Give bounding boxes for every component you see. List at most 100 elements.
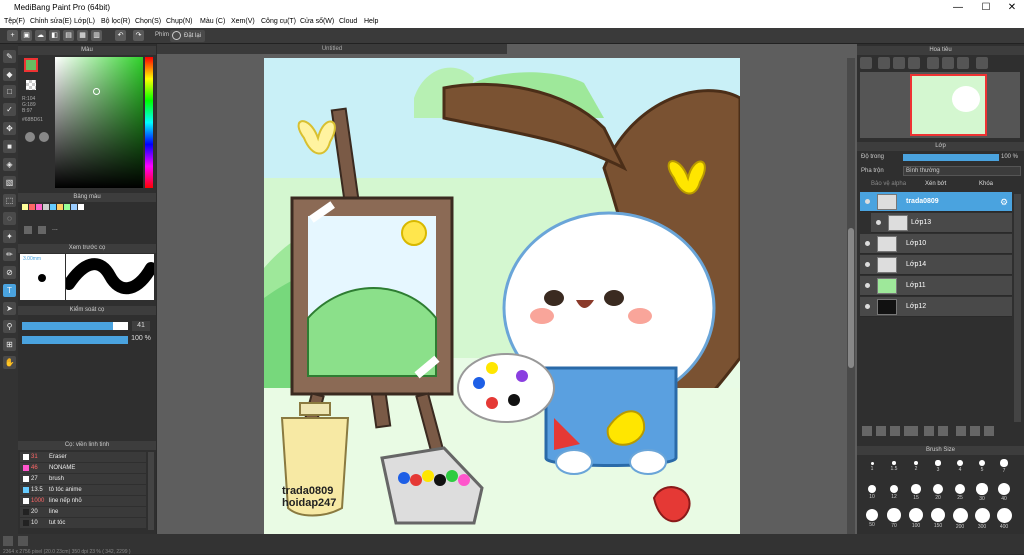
document-tab[interactable]: Untitled	[157, 44, 507, 54]
menu-window[interactable]: Cửa sổ(W)	[300, 16, 334, 28]
brush-item-tut-toc[interactable]: 10 tut tóc	[20, 518, 146, 528]
cloud-icon[interactable]: ☁	[35, 30, 46, 41]
layer-property-icon[interactable]	[970, 426, 980, 436]
fill-rect-icon[interactable]: ■	[3, 140, 16, 153]
menu-edit[interactable]: Chỉnh sửa(E)	[30, 16, 72, 28]
navigator-viewport[interactable]	[910, 74, 987, 136]
menu-help[interactable]: Help	[364, 16, 378, 28]
grid-icon[interactable]: ▦	[77, 30, 88, 41]
artwork-canvas[interactable]: trada0809 hoidap247	[264, 58, 740, 534]
brush-size-option[interactable]: 15	[905, 483, 927, 507]
folder-icon[interactable]	[924, 426, 934, 436]
brush-item-eraser[interactable]: 31 Eraser	[20, 452, 146, 462]
brush-size-option[interactable]: 70	[883, 508, 905, 533]
rotate-left-icon[interactable]	[927, 57, 939, 69]
status-layer-icon[interactable]	[18, 536, 28, 546]
zoom-out-icon[interactable]	[878, 57, 890, 69]
menu-view[interactable]: Xem(V)	[231, 16, 255, 28]
delete-layer-icon[interactable]	[984, 426, 994, 436]
brush-item-brush[interactable]: 27 brush	[20, 474, 146, 484]
brush-size-slider[interactable]	[22, 322, 128, 330]
flip-icon[interactable]	[942, 57, 954, 69]
eyedropper-tool-icon[interactable]: ⚲	[3, 320, 16, 333]
canvas-vertical-scrollbar[interactable]	[847, 58, 855, 534]
operation-tool-icon[interactable]: ➤	[3, 302, 16, 315]
palette-more[interactable]: ...	[52, 225, 58, 232]
brush-item-line-nep[interactable]: 1000 line nếp nhỏ	[20, 496, 146, 506]
brush-size-option[interactable]: 10	[861, 483, 883, 507]
menu-layer[interactable]: Lớp(L)	[74, 16, 95, 28]
duplicate-layer-icon[interactable]	[938, 426, 948, 436]
dot-tool-icon[interactable]: ✓	[3, 103, 16, 116]
layer-row-active[interactable]: trada0809 ⚙	[860, 192, 1012, 212]
layer-row[interactable]: Lớp13	[871, 213, 1012, 233]
new-1bit-layer-icon[interactable]	[890, 426, 900, 436]
brush-opacity-slider[interactable]	[22, 336, 128, 344]
brush-size-option[interactable]: 20	[927, 483, 949, 507]
hue-slider[interactable]	[145, 57, 153, 188]
new-halftone-layer-icon[interactable]	[876, 426, 886, 436]
palette-swatch[interactable]	[43, 204, 49, 210]
visibility-icon[interactable]	[865, 283, 870, 288]
primary-color-swatch[interactable]	[24, 58, 38, 72]
layer-add-menu-icon[interactable]	[904, 426, 918, 436]
settings-icon[interactable]: ▥	[91, 30, 102, 41]
lasso-tool-icon[interactable]: ◌	[3, 212, 16, 225]
divide-tool-icon[interactable]: ⊞	[3, 338, 16, 351]
layer-row[interactable]: Lớp14	[860, 255, 1012, 275]
palette-swatch[interactable]	[64, 204, 70, 210]
brush-size-option[interactable]: 100	[905, 507, 927, 533]
palette-swatch[interactable]	[22, 204, 28, 210]
brush-size-option[interactable]: 1	[861, 457, 883, 481]
brush-size-option[interactable]: 200	[949, 507, 971, 533]
fit-icon[interactable]	[893, 57, 905, 69]
shape-tool-icon[interactable]: □	[3, 85, 16, 98]
navigator-preview[interactable]	[860, 72, 1020, 138]
move-tool-icon[interactable]: ✥	[3, 122, 16, 135]
select-tool-icon[interactable]: ⬚	[3, 194, 16, 207]
clip-checkbox[interactable]: Xén bớt	[925, 181, 946, 187]
visibility-icon[interactable]	[865, 304, 870, 309]
home-icon[interactable]	[3, 536, 13, 546]
brush-size-option[interactable]: 2	[905, 457, 927, 481]
canvas-area[interactable]: Untitled trada0809 hoidap247	[157, 44, 857, 544]
menu-color[interactable]: Màu (C)	[200, 16, 225, 28]
visibility-icon[interactable]	[876, 220, 881, 225]
palette-swatch[interactable]	[29, 204, 35, 210]
color-wheel-icon[interactable]	[25, 132, 35, 142]
menu-file[interactable]: Tệp(F)	[4, 16, 25, 28]
layer-row[interactable]: Lớp11	[860, 276, 1012, 296]
brush-size-option[interactable]: 5	[971, 457, 993, 481]
actual-size-icon[interactable]	[908, 57, 920, 69]
layer-scrollbar[interactable]	[1014, 194, 1021, 422]
menu-capture[interactable]: Chụp(N)	[166, 16, 192, 28]
brush-size-option[interactable]: 50	[861, 508, 883, 533]
undo-icon[interactable]: ↶	[115, 30, 126, 41]
visibility-icon[interactable]	[865, 262, 870, 267]
blend-mode-select[interactable]: Bình thường	[903, 166, 1021, 176]
merge-down-icon[interactable]	[956, 426, 966, 436]
brush-item-line[interactable]: 20 line	[20, 507, 146, 517]
zoom-in-icon[interactable]	[860, 57, 872, 69]
comment-icon[interactable]: ◧	[49, 30, 60, 41]
protect-alpha-checkbox[interactable]: Bảo vệ alpha	[871, 181, 906, 187]
brush-size-option[interactable]: 12	[883, 483, 905, 507]
brush-list-scrollbar[interactable]	[148, 452, 154, 530]
palette-swatch[interactable]	[57, 204, 63, 210]
brush-size-option[interactable]: 300	[971, 507, 993, 533]
secondary-color-swatch[interactable]	[26, 80, 36, 90]
new-layer-icon[interactable]	[862, 426, 872, 436]
text-tool-icon[interactable]: T	[3, 284, 16, 297]
brush-size-option[interactable]: 25	[949, 483, 971, 507]
brush-size-option[interactable]: 400	[993, 507, 1015, 533]
palette-add-icon[interactable]	[24, 226, 32, 234]
maximize-button[interactable]: ☐	[972, 0, 1000, 16]
menu-tools[interactable]: Công cụ(T)	[261, 16, 296, 28]
share-icon[interactable]: ▤	[63, 30, 74, 41]
brush-size-option[interactable]: 7	[993, 457, 1015, 481]
redo-icon[interactable]: ↷	[133, 30, 144, 41]
visibility-icon[interactable]	[865, 241, 870, 246]
brush-size-option[interactable]: 3	[927, 457, 949, 481]
bucket-tool-icon[interactable]: ◈	[3, 158, 16, 171]
select-pen-icon[interactable]: ✏	[3, 248, 16, 261]
